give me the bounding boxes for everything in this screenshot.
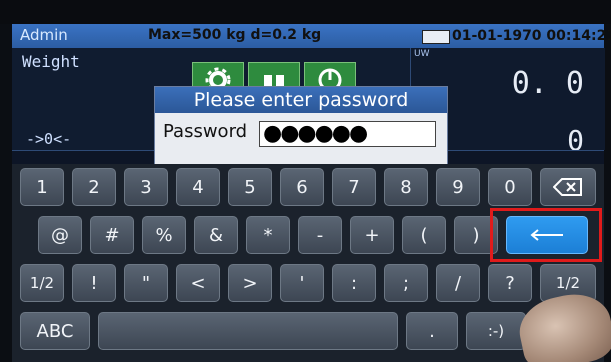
uw-indicator: UW [414, 49, 430, 59]
dialog-title: Please enter password [155, 87, 447, 113]
device-photo: Admin Max=500 kg d=0.2 kg 01-01-1970 00:… [0, 0, 611, 362]
key-9[interactable]: 9 [436, 168, 480, 206]
key-colon[interactable]: : [332, 264, 376, 302]
space-key[interactable] [98, 312, 398, 350]
key-0[interactable]: 0 [488, 168, 532, 206]
capacity-label: Max=500 kg d=0.2 kg [148, 27, 322, 43]
password-field[interactable]: ●●●●●● [259, 121, 436, 147]
key-semicolon[interactable]: ; [384, 264, 428, 302]
key-greater-than[interactable]: > [228, 264, 272, 302]
key-ampersand[interactable]: & [194, 216, 238, 254]
key-4[interactable]: 4 [176, 168, 220, 206]
key-7[interactable]: 7 [332, 168, 376, 206]
highlight-box [490, 208, 602, 262]
emoticon-key[interactable]: :-) [466, 312, 526, 350]
key-minus[interactable]: - [298, 216, 342, 254]
key-3[interactable]: 3 [124, 168, 168, 206]
key-less-than[interactable]: < [176, 264, 220, 302]
key-slash[interactable]: / [436, 264, 480, 302]
key-5[interactable]: 5 [228, 168, 272, 206]
key-2[interactable]: 2 [72, 168, 116, 206]
key-asterisk[interactable]: * [246, 216, 290, 254]
status-bar: Admin Max=500 kg d=0.2 kg 01-01-1970 00:… [12, 24, 611, 48]
backspace-key[interactable] [540, 168, 596, 206]
onscreen-keyboard: 1 2 3 4 5 6 7 8 9 0 @ # % & * - + ( ) 1/… [12, 164, 604, 362]
key-left-paren[interactable]: ( [402, 216, 446, 254]
zero-indicator: ->0<- [26, 130, 72, 148]
key-question[interactable]: ? [488, 264, 532, 302]
weight-label: Weight [22, 52, 80, 71]
key-hash[interactable]: # [90, 216, 134, 254]
device-bezel [0, 0, 611, 24]
key-exclaim[interactable]: ! [72, 264, 116, 302]
scale-screen: Admin Max=500 kg d=0.2 kg 01-01-1970 00:… [12, 24, 611, 362]
user-label: Admin [20, 26, 68, 44]
battery-icon [422, 30, 450, 44]
key-percent[interactable]: % [142, 216, 186, 254]
weight-value: 0. 0 [511, 66, 584, 101]
backspace-icon [553, 178, 582, 196]
key-half-left[interactable]: 1/2 [20, 264, 64, 302]
key-1[interactable]: 1 [20, 168, 64, 206]
key-8[interactable]: 8 [384, 168, 428, 206]
key-6[interactable]: 6 [280, 168, 324, 206]
password-label: Password [163, 121, 248, 142]
key-apostrophe[interactable]: ' [280, 264, 324, 302]
key-quote[interactable]: " [124, 264, 168, 302]
abc-key[interactable]: ABC [20, 312, 90, 350]
tare-value: 0 [567, 124, 584, 157]
datetime-label: 01-01-1970 00:14:21 [452, 28, 611, 44]
key-plus[interactable]: + [350, 216, 394, 254]
key-period[interactable]: . [406, 312, 458, 350]
key-at[interactable]: @ [38, 216, 82, 254]
